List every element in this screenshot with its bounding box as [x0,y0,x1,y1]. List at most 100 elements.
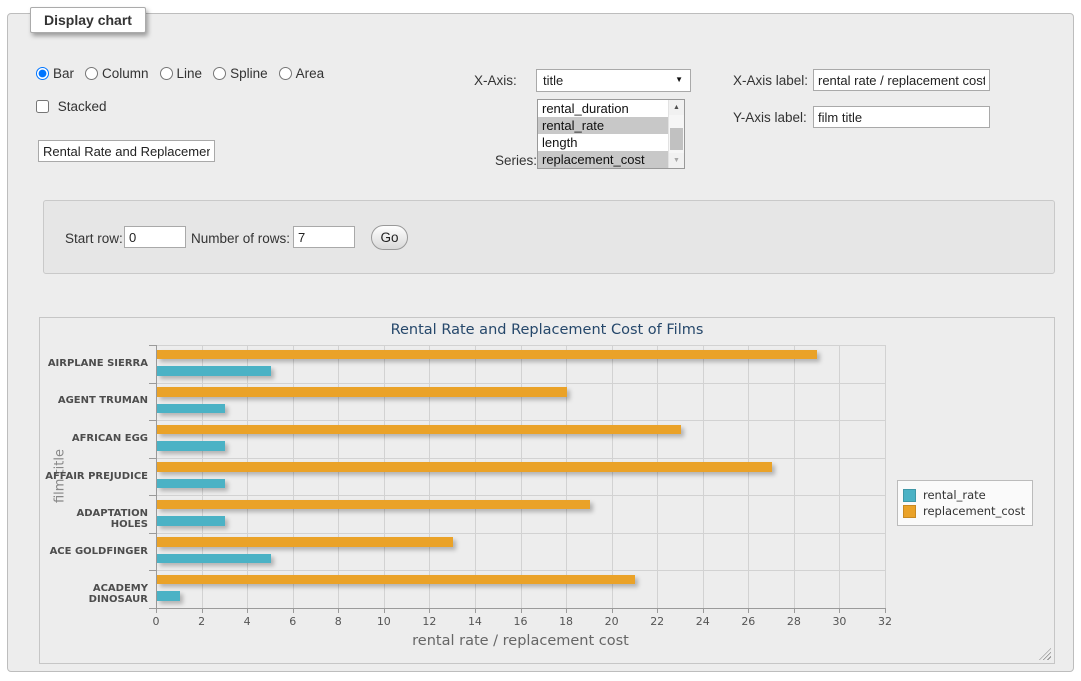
x-tick-label: 18 [549,615,583,628]
bar-replacement_cost[interactable] [157,387,567,397]
legend-label: replacement_cost [923,504,1025,518]
bar-replacement_cost[interactable] [157,500,590,510]
series-options: rental_durationrental_ratelengthreplacem… [538,100,684,168]
y-tick-mark [149,345,156,346]
x-tick-label: 16 [504,615,538,628]
x-tick-label: 2 [185,615,219,628]
gridline-horizontal [156,458,885,459]
chart-type-label: Column [102,66,149,81]
category-label: AGENT TRUMAN [42,395,148,406]
gridline-vertical [293,345,294,608]
chart-type-radio-column[interactable] [85,67,98,80]
bar-replacement_cost[interactable] [157,462,772,472]
series-option-length[interactable]: length [538,134,669,151]
scroll-down-icon[interactable]: ▼ [669,153,684,168]
go-button[interactable]: Go [371,225,408,250]
bar-replacement_cost[interactable] [157,425,681,435]
gridline-vertical [429,345,430,608]
x-axis-label-input[interactable] [813,69,990,91]
series-listbox[interactable]: rental_durationrental_ratelengthreplacem… [537,99,685,169]
chart-type-option-spline[interactable]: Spline [213,66,268,81]
x-axis-select-label: X-Axis: [474,73,517,88]
chart-type-label: Spline [230,66,268,81]
x-axis-select[interactable]: title ▼ [536,69,691,92]
gridline-vertical [384,345,385,608]
y-axis-label-input[interactable] [813,106,990,128]
y-tick-mark [149,458,156,459]
start-row-input[interactable] [124,226,186,248]
panel-title: Display chart [30,7,146,33]
gridline-horizontal [156,570,885,571]
chart-type-label: Area [296,66,325,81]
x-axis-select-value: title [543,73,563,88]
series-option-rental_rate[interactable]: rental_rate [538,117,669,134]
series-scrollbar[interactable]: ▲ ▼ [668,100,684,168]
series-option-rental_duration[interactable]: rental_duration [538,100,669,117]
series-option-replacement_cost[interactable]: replacement_cost [538,151,669,168]
gridline-vertical [338,345,339,608]
bar-replacement_cost[interactable] [157,350,817,360]
scroll-thumb[interactable] [670,128,683,150]
page: Display chart Bar Column Line Spline Area St… [0,0,1081,681]
bar-rental_rate[interactable] [157,516,225,526]
gridline-vertical [703,345,704,608]
x-tick-label: 28 [777,615,811,628]
bar-replacement_cost[interactable] [157,575,635,585]
chevron-down-icon: ▼ [675,75,683,84]
category-label: ACE GOLDFINGER [42,546,148,557]
x-axis-title: rental rate / replacement cost [156,633,885,649]
gridline-vertical [566,345,567,608]
bar-rental_rate[interactable] [157,366,271,376]
bar-rental_rate[interactable] [157,479,225,489]
gridline-vertical [885,345,886,608]
gridline-horizontal [156,420,885,421]
chart-legend: rental_rate replacement_cost [897,480,1033,526]
chart-type-option-area[interactable]: Area [279,66,325,81]
chart-type-option-bar[interactable]: Bar [36,66,74,81]
gridline-vertical [202,345,203,608]
legend-label: rental_rate [923,488,986,502]
y-tick-mark [149,533,156,534]
chart-type-radio-area[interactable] [279,67,292,80]
category-label: AIRPLANE SIERRA [42,358,148,369]
stacked-checkbox-label[interactable]: Stacked [36,99,107,114]
x-tick-label: 14 [458,615,492,628]
gridline-horizontal [156,495,885,496]
x-tick-label: 30 [822,615,856,628]
y-tick-mark [149,495,156,496]
legend-swatch-replacement_cost [903,505,916,518]
bar-rental_rate[interactable] [157,554,271,564]
stacked-checkbox[interactable] [36,100,49,113]
bar-replacement_cost[interactable] [157,537,453,547]
x-tick-label: 12 [412,615,446,628]
bar-rental_rate[interactable] [157,441,225,451]
x-tick-label: 26 [731,615,765,628]
gridline-vertical [247,345,248,608]
number-of-rows-input[interactable] [293,226,355,248]
chart-type-option-column[interactable]: Column [85,66,149,81]
gridline-horizontal [156,533,885,534]
chart-type-option-line[interactable]: Line [160,66,203,81]
legend-entry-replacement_cost: replacement_cost [903,504,1025,518]
chart-title: Rental Rate and Replacement Cost of Film… [40,322,1054,338]
y-axis-line [156,345,157,608]
gridline-vertical [657,345,658,608]
y-axis-label-label: Y-Axis label: [733,110,807,125]
display-chart-panel: Display chart BarColumnLineSplineArea St… [7,13,1074,672]
start-row-label: Start row: [65,231,123,246]
gridline-vertical [475,345,476,608]
scroll-up-icon[interactable]: ▲ [669,100,684,115]
resize-handle-icon[interactable] [1039,648,1051,660]
bar-rental_rate[interactable] [157,591,180,601]
chart-container: Rental Rate and Replacement Cost of Film… [39,317,1055,664]
gridline-horizontal [156,383,885,384]
gridline-vertical [612,345,613,608]
chart-type-radio-bar[interactable] [36,67,49,80]
bar-rental_rate[interactable] [157,404,225,414]
chart-type-radio-group: Bar Column Line Spline Area [36,66,335,81]
chart-title-input[interactable] [38,140,215,162]
chart-type-radio-line[interactable] [160,67,173,80]
x-tick-label: 20 [595,615,629,628]
x-tick-label: 10 [367,615,401,628]
chart-type-radio-spline[interactable] [213,67,226,80]
